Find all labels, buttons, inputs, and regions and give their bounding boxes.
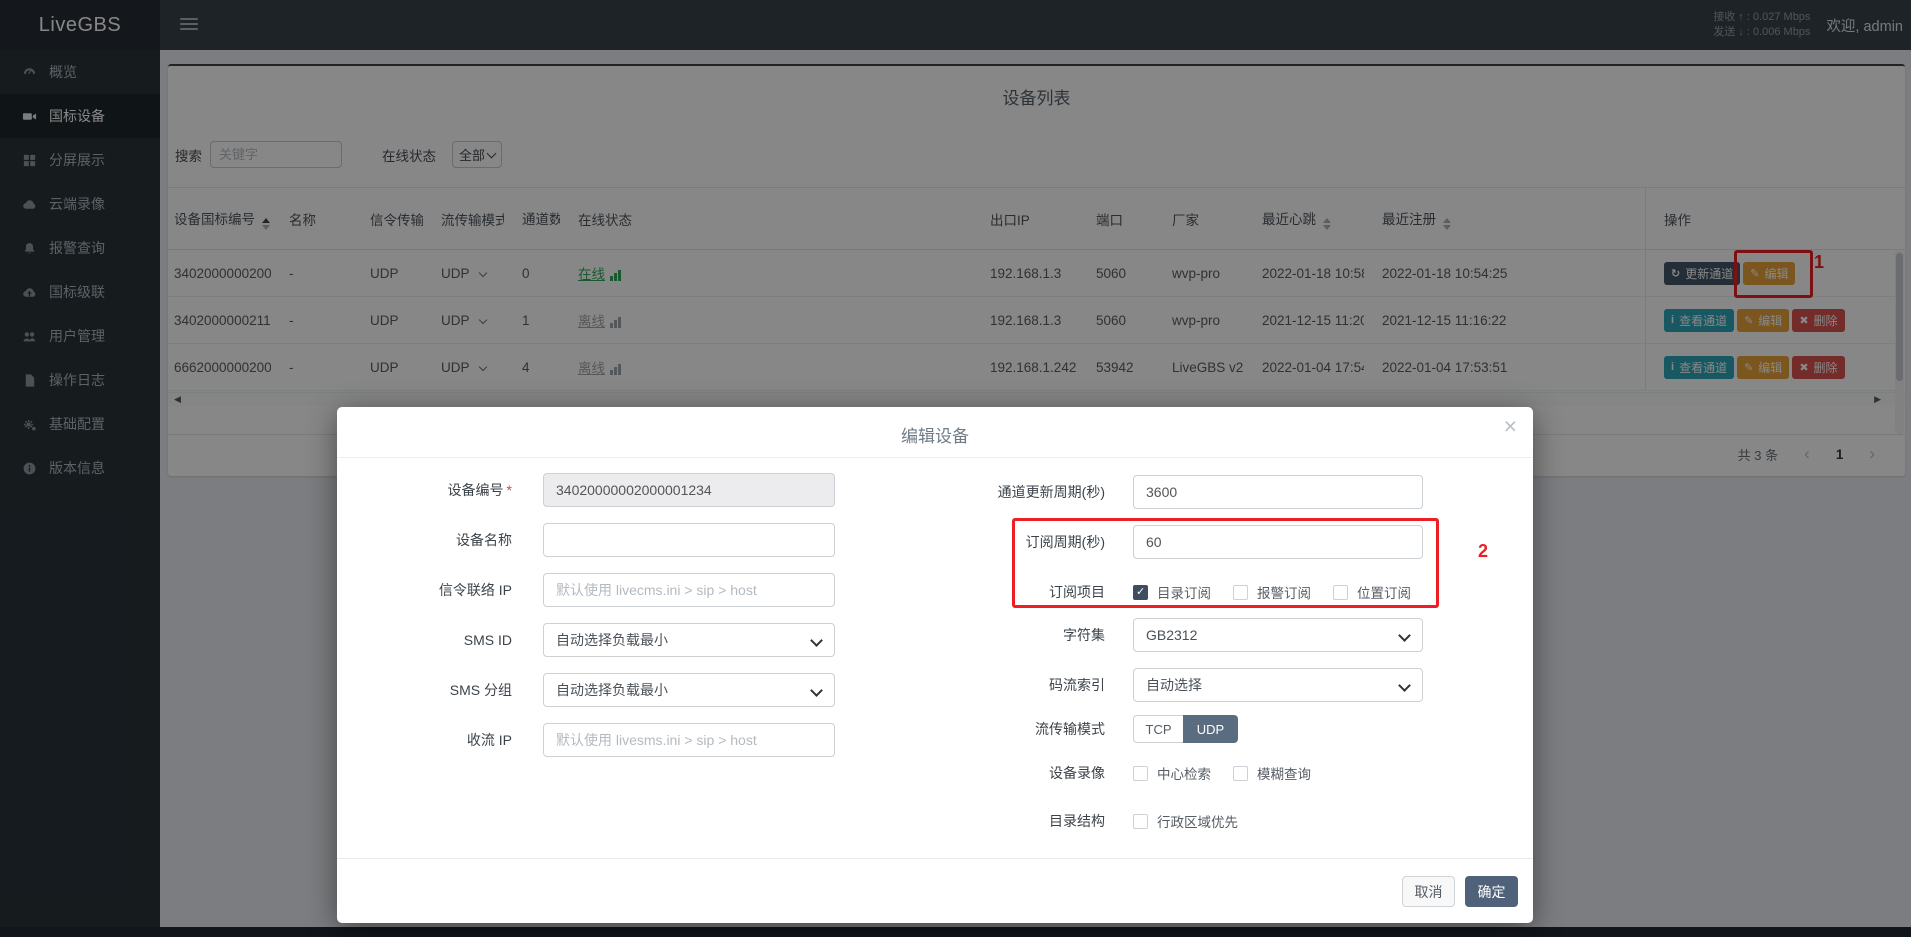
checkbox-icon[interactable] — [1133, 766, 1148, 781]
checkbox-icon[interactable] — [1133, 814, 1148, 829]
position-subscribe-option[interactable]: 位置订阅 — [1333, 582, 1411, 602]
catalog-subscribe-option[interactable]: 目录订阅 — [1133, 582, 1211, 602]
checkbox-icon[interactable] — [1233, 766, 1248, 781]
stream-index-label: 码流索引 — [367, 675, 1105, 695]
channel-refresh-field[interactable] — [1133, 475, 1423, 509]
fuzzy-query-option[interactable]: 模糊查询 — [1233, 763, 1311, 783]
edit-device-modal: 编辑设备 × 设备编号* 设备名称 信令联络 IP SMS ID 自动选择负载最… — [337, 407, 1533, 923]
alarm-subscribe-option[interactable]: 报警订阅 — [1233, 582, 1311, 602]
device-record-label: 设备录像 — [367, 763, 1105, 783]
subscribe-period-field[interactable] — [1133, 525, 1423, 559]
subscribe-items-label: 订阅项目 — [367, 582, 1105, 602]
annotation-number-2: 2 — [1478, 541, 1488, 562]
channel-refresh-label: 通道更新周期(秒) — [367, 482, 1105, 502]
checkbox-icon[interactable] — [1233, 585, 1248, 600]
modal-footer: 取消 确定 — [337, 858, 1533, 923]
confirm-button[interactable]: 确定 — [1465, 876, 1518, 907]
dir-structure-label: 目录结构 — [367, 811, 1105, 831]
charset-label: 字符集 — [367, 625, 1105, 645]
tcp-option[interactable]: TCP — [1133, 715, 1183, 743]
center-search-option[interactable]: 中心检索 — [1133, 763, 1211, 783]
checkbox-icon[interactable] — [1333, 585, 1348, 600]
charset-select[interactable]: GB2312 — [1133, 618, 1423, 652]
subscribe-period-label: 订阅周期(秒) — [367, 532, 1105, 552]
stream-index-select[interactable]: 自动选择 — [1133, 668, 1423, 702]
checkbox-checked-icon[interactable] — [1133, 585, 1148, 600]
cancel-button[interactable]: 取消 — [1402, 876, 1455, 907]
udp-option[interactable]: UDP — [1183, 715, 1238, 743]
modal-title: 编辑设备 — [337, 422, 1533, 447]
admin-region-option[interactable]: 行政区域优先 — [1133, 811, 1238, 831]
close-icon[interactable]: × — [1504, 415, 1517, 438]
stream-mode-label: 流传输模式 — [367, 719, 1105, 739]
